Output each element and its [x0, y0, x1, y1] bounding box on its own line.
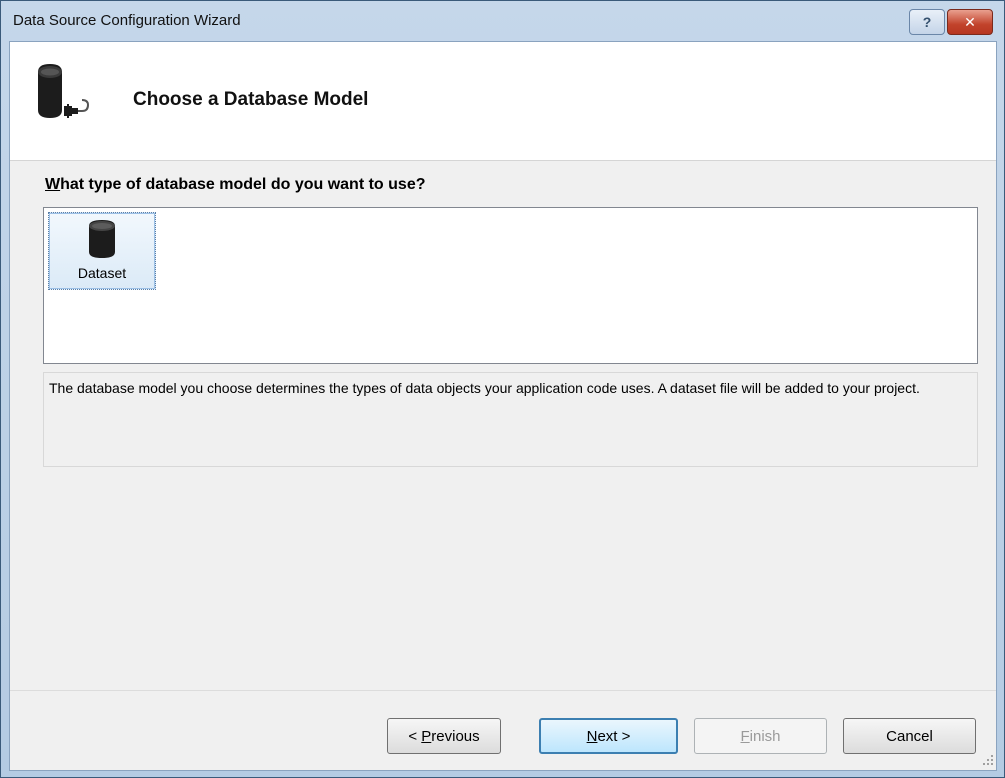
- previous-accelerator: P: [421, 727, 432, 745]
- cancel-button[interactable]: Cancel: [843, 718, 976, 754]
- wizard-client-area: Choose a Database Model What type of dat…: [9, 41, 997, 771]
- next-accelerator: N: [586, 727, 598, 745]
- previous-prefix: <: [408, 727, 422, 745]
- footer-divider: [10, 690, 996, 691]
- wizard-window: Data Source Configuration Wizard ? ✕ Cho…: [0, 0, 1005, 778]
- help-icon: ?: [922, 14, 932, 30]
- page-title: Choose a Database Model: [133, 89, 369, 110]
- cancel-label: Cancel: [886, 727, 933, 745]
- next-button[interactable]: Next >: [539, 718, 678, 754]
- question-accelerator: W: [45, 176, 61, 193]
- finish-label: inish: [749, 727, 781, 745]
- wizard-header: Choose a Database Model: [10, 42, 996, 161]
- database-connection-icon: [38, 64, 90, 118]
- previous-button[interactable]: < Previous: [387, 718, 501, 754]
- close-icon: ✕: [964, 13, 976, 30]
- model-description: The database model you choose determines…: [49, 380, 920, 396]
- model-question-label: What type of database model do you want …: [45, 176, 425, 194]
- close-button[interactable]: ✕: [947, 9, 993, 35]
- question-text: hat type of database model do you want t…: [60, 176, 426, 193]
- database-model-list[interactable]: Dataset: [43, 207, 978, 364]
- finish-accelerator: F: [740, 727, 750, 745]
- next-label: ext >: [597, 727, 631, 745]
- help-button[interactable]: ?: [909, 9, 945, 35]
- title-bar[interactable]: Data Source Configuration Wizard ? ✕: [1, 1, 1004, 41]
- model-description-box: The database model you choose determines…: [43, 372, 978, 467]
- resize-grip-icon[interactable]: [982, 754, 994, 766]
- model-item-dataset[interactable]: Dataset: [48, 212, 156, 290]
- database-icon: [89, 220, 115, 258]
- finish-button: Finish: [694, 718, 827, 754]
- model-item-label: Dataset: [77, 265, 127, 281]
- previous-label: revious: [431, 727, 480, 745]
- window-title: Data Source Configuration Wizard: [13, 12, 241, 29]
